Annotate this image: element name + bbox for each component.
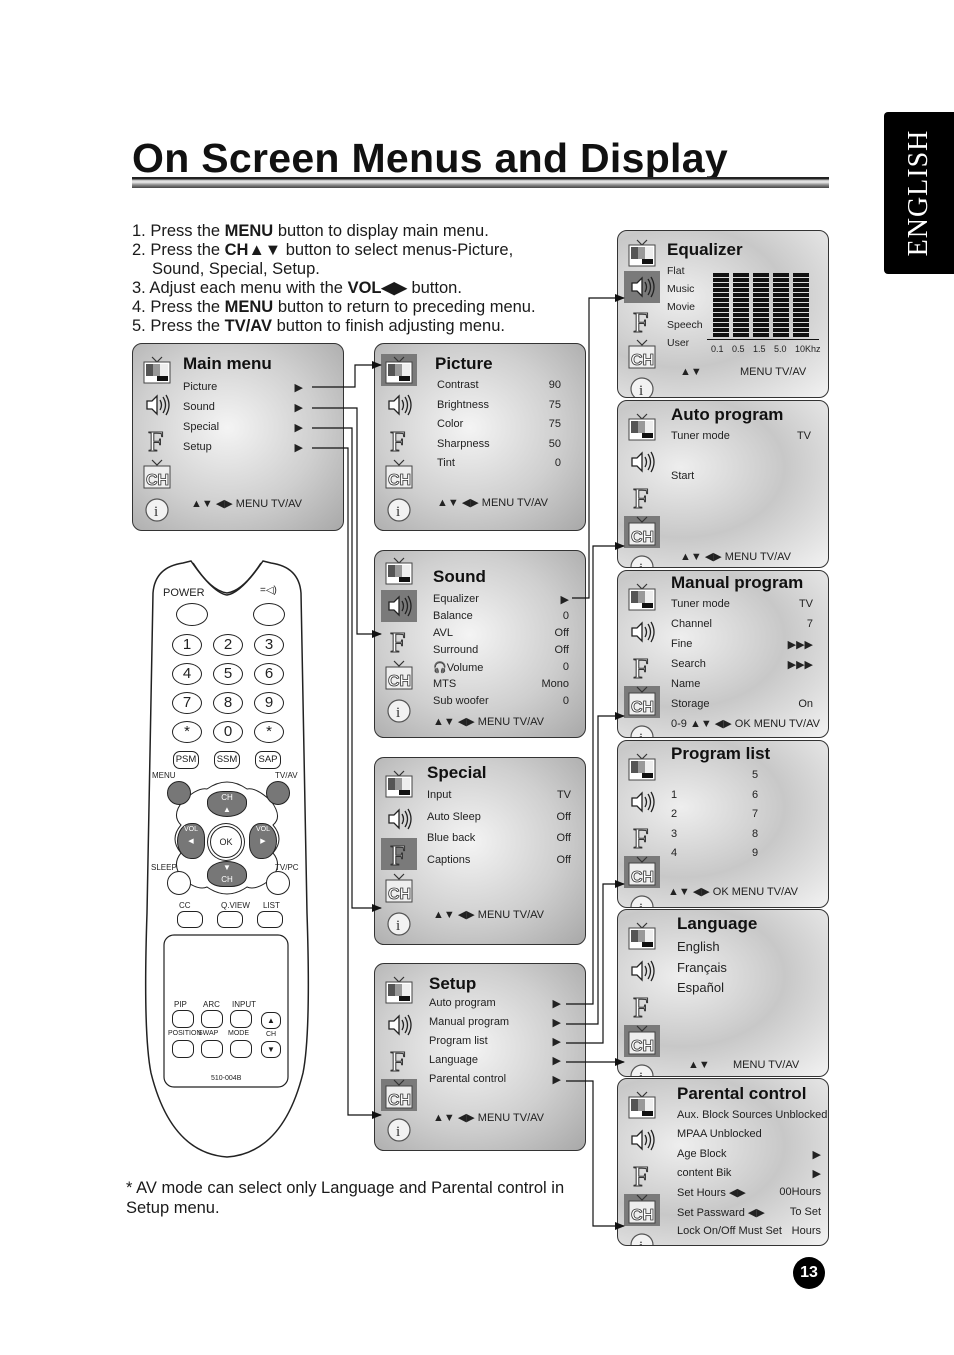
sleep-label: SLEEP — [151, 863, 177, 872]
vol-right-button[interactable]: VOL ▶ — [249, 823, 277, 859]
digit-button[interactable]: 3 — [254, 634, 284, 656]
mute-button[interactable] — [253, 603, 285, 626]
connector-main-sound — [312, 407, 382, 638]
digit-button[interactable]: 8 — [213, 692, 243, 714]
button-label: LIST — [263, 901, 280, 910]
ch-small-down-button[interactable]: ▼ — [261, 1041, 281, 1058]
digit-button[interactable]: 0 — [213, 721, 243, 743]
cc-button[interactable] — [177, 911, 203, 928]
digit-button[interactable]: * — [172, 721, 202, 743]
psm-button[interactable]: PSM — [173, 751, 199, 769]
tvav-button[interactable] — [266, 781, 290, 805]
digit-button[interactable]: 4 — [172, 663, 202, 685]
position-button[interactable] — [172, 1040, 194, 1058]
tvpc-button[interactable] — [266, 871, 290, 895]
connector-setup-manual — [566, 712, 625, 1025]
digit-button[interactable]: 1 — [172, 634, 202, 656]
connector-main-picture — [312, 361, 382, 388]
button-label: INPUT — [232, 1000, 256, 1009]
button-label: PIP — [174, 1000, 187, 1009]
mode-button[interactable] — [230, 1040, 252, 1058]
button-label: CC — [179, 901, 191, 910]
button-label: Q.VIEW — [221, 901, 250, 910]
mute-icon: =◁) — [260, 585, 277, 596]
menu-label: MENU — [152, 771, 176, 780]
tvav-label: TV/AV — [275, 771, 298, 780]
arc-button[interactable] — [201, 1010, 223, 1028]
digit-button[interactable]: 2 — [213, 634, 243, 656]
button-label: MODE — [228, 1030, 249, 1037]
digit-button[interactable]: 6 — [254, 663, 284, 685]
power-label: POWER — [163, 587, 205, 599]
input-button[interactable] — [230, 1010, 252, 1028]
connector-main-special — [312, 427, 382, 912]
connector-setup-auto — [566, 542, 625, 1005]
sap-button[interactable]: SAP — [255, 751, 281, 769]
pip-button[interactable] — [172, 1010, 194, 1028]
ch-up-button[interactable]: CH ▲ — [207, 791, 247, 817]
power-button[interactable] — [176, 603, 208, 626]
connector-setup-list — [566, 880, 625, 1044]
ch-small-label: CH — [266, 1031, 277, 1038]
ssm-button[interactable]: SSM — [214, 751, 240, 769]
qview-button[interactable] — [217, 911, 243, 928]
ch-small-up-button[interactable]: ▲ — [261, 1012, 281, 1029]
button-label: SWAP — [198, 1030, 219, 1037]
sleep-button[interactable] — [167, 871, 191, 895]
button-label: POSITION — [168, 1030, 202, 1037]
ch-label: CH — [221, 793, 233, 802]
page-number: 13 — [793, 1257, 825, 1289]
ch-down-button[interactable]: ▼ CH — [207, 861, 247, 887]
digit-button[interactable]: 9 — [254, 692, 284, 714]
model-number: 510-004B — [211, 1075, 242, 1082]
digit-button[interactable]: 5 — [213, 663, 243, 685]
vol-label: VOL — [255, 826, 270, 833]
vol-label: VOL — [183, 826, 198, 833]
connector-sound-equalizer — [572, 294, 625, 599]
vol-left-button[interactable]: VOL ◀ — [177, 823, 205, 859]
list-button[interactable] — [257, 911, 283, 928]
remote-control: POWER =◁) 1 2 3 4 5 6 7 8 9 * 0 * PSM SSM SAP MENU TV/AV CH… — [143, 553, 311, 1158]
digit-button[interactable]: * — [254, 721, 284, 743]
connector-setup-parental — [566, 1080, 625, 1230]
digit-button[interactable]: 7 — [172, 692, 202, 714]
button-label: ARC — [203, 1000, 220, 1009]
swap-button[interactable] — [201, 1040, 223, 1058]
footnote: * AV mode can select only Language and P… — [126, 1179, 565, 1217]
ch-label: CH — [221, 875, 233, 884]
ok-button[interactable]: OK — [210, 826, 242, 858]
connector-main-setup — [312, 447, 382, 1119]
menu-button[interactable] — [167, 781, 191, 805]
